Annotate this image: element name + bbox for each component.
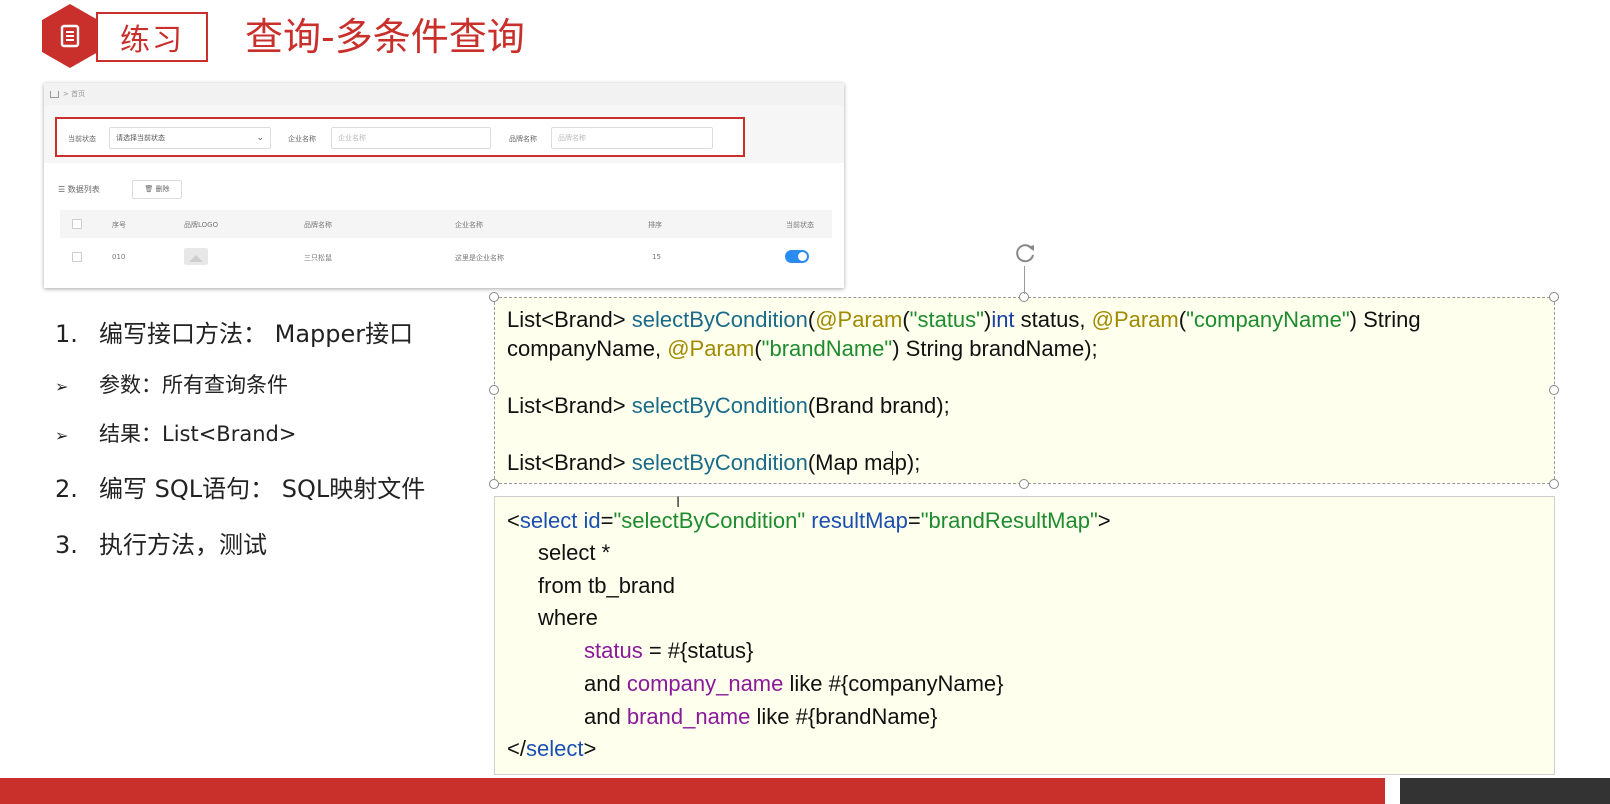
- company-filter-label: 企业名称: [288, 135, 316, 143]
- resize-handle-tr[interactable]: [1549, 292, 1559, 302]
- list-icon: ☰: [58, 185, 68, 194]
- status-toggle[interactable]: [785, 250, 809, 263]
- footer-bar-dark: [1400, 778, 1610, 804]
- brand-list-app-preview: > 首页 当前状态 请选择当前状态 ⌄ 企业名称 企业名称 品牌名称 品牌名称 …: [44, 83, 844, 288]
- status-select-value: 请选择当前状态: [116, 134, 165, 142]
- row-company-name: 这里是企业名称: [455, 254, 504, 262]
- text-caret: [892, 451, 893, 475]
- column-header: 当前状态: [786, 221, 814, 229]
- row-brand-name: 三只松鼠: [304, 254, 332, 262]
- home-icon[interactable]: [50, 90, 59, 98]
- code-line: List<Brand> selectByCondition(Map map);: [507, 450, 921, 475]
- resize-handle-br[interactable]: [1549, 479, 1559, 489]
- table-header: [60, 210, 832, 238]
- resize-handle-tl[interactable]: [489, 292, 499, 302]
- rotate-stem: [1024, 266, 1025, 294]
- filter-form-highlight: 当前状态 请选择当前状态 ⌄ 企业名称 企业名称 品牌名称 品牌名称: [55, 117, 745, 157]
- resize-handle-r[interactable]: [1549, 385, 1559, 395]
- trash-icon: 🗑: [144, 185, 156, 193]
- row-id: 010: [112, 253, 126, 261]
- brand-logo-image-icon: [184, 248, 208, 265]
- column-header: 企业名称: [455, 221, 483, 229]
- mapper-interface-code-box[interactable]: List<Brand> selectByCondition(@Param("st…: [494, 297, 1555, 484]
- exercise-tag: 练习: [96, 12, 208, 62]
- list-title: ☰ 数据列表: [58, 185, 100, 194]
- code-line: status = #{status}: [584, 638, 754, 663]
- column-header: 排序: [648, 221, 662, 229]
- code-line: </select>: [507, 736, 597, 761]
- brand-name-input[interactable]: 品牌名称: [551, 127, 713, 149]
- resize-handle-bl[interactable]: [489, 479, 499, 489]
- resize-handle-b[interactable]: [1019, 479, 1029, 489]
- column-header: 序号: [112, 221, 126, 229]
- chevron-down-icon: ⌄: [256, 133, 264, 143]
- column-header: 品牌LOGO: [184, 221, 219, 229]
- code-line: and company_name like #{companyName}: [584, 671, 1004, 696]
- breadcrumb: > 首页: [44, 83, 844, 105]
- resize-handle-l[interactable]: [489, 385, 499, 395]
- brand-filter-label: 品牌名称: [509, 135, 537, 143]
- status-select[interactable]: 请选择当前状态 ⌄: [109, 127, 271, 149]
- step-3: 3. 执行方法，测试: [55, 531, 267, 559]
- status-filter-label: 当前状态: [68, 135, 96, 143]
- code-line: List<Brand> selectByCondition(@Param("st…: [507, 307, 1421, 332]
- footer-bar: [0, 778, 1385, 804]
- sql-mapping-code-box[interactable]: <select id="selectByCondition" resultMap…: [494, 496, 1555, 775]
- code-line: from tb_brand: [538, 573, 675, 598]
- code-line: List<Brand> selectByCondition(Brand bran…: [507, 393, 950, 418]
- column-header: 品牌名称: [304, 221, 332, 229]
- code-line: select *: [538, 540, 611, 565]
- code-line: <select id="selectByCondition" resultMap…: [507, 508, 1111, 533]
- select-all-checkbox[interactable]: [72, 219, 82, 229]
- document-icon: [60, 24, 80, 48]
- step-bullet-result: ➢ 结果：List<Brand>: [55, 422, 297, 446]
- exercise-badge-icon: [42, 4, 98, 68]
- step-1: 1. 编写接口方法： Mapper接口: [55, 320, 414, 348]
- page-title: 查询-多条件查询: [245, 15, 525, 59]
- step-bullet-params: ➢ 参数：所有查询条件: [55, 373, 288, 397]
- code-line: companyName, @Param("brandName") String …: [507, 336, 1098, 361]
- row-order: 15: [652, 253, 661, 261]
- code-line: and brand_name like #{brandName}: [584, 704, 938, 729]
- i-beam-cursor-icon: I: [676, 495, 681, 511]
- row-checkbox[interactable]: [72, 252, 82, 262]
- code-line: where: [538, 605, 598, 630]
- step-2: 2. 编写 SQL语句： SQL映射文件: [55, 475, 426, 503]
- company-name-input[interactable]: 企业名称: [331, 127, 491, 149]
- delete-button[interactable]: 🗑 删除: [132, 180, 182, 199]
- rotate-handle-icon[interactable]: [1012, 240, 1038, 266]
- breadcrumb-home[interactable]: 首页: [71, 90, 85, 98]
